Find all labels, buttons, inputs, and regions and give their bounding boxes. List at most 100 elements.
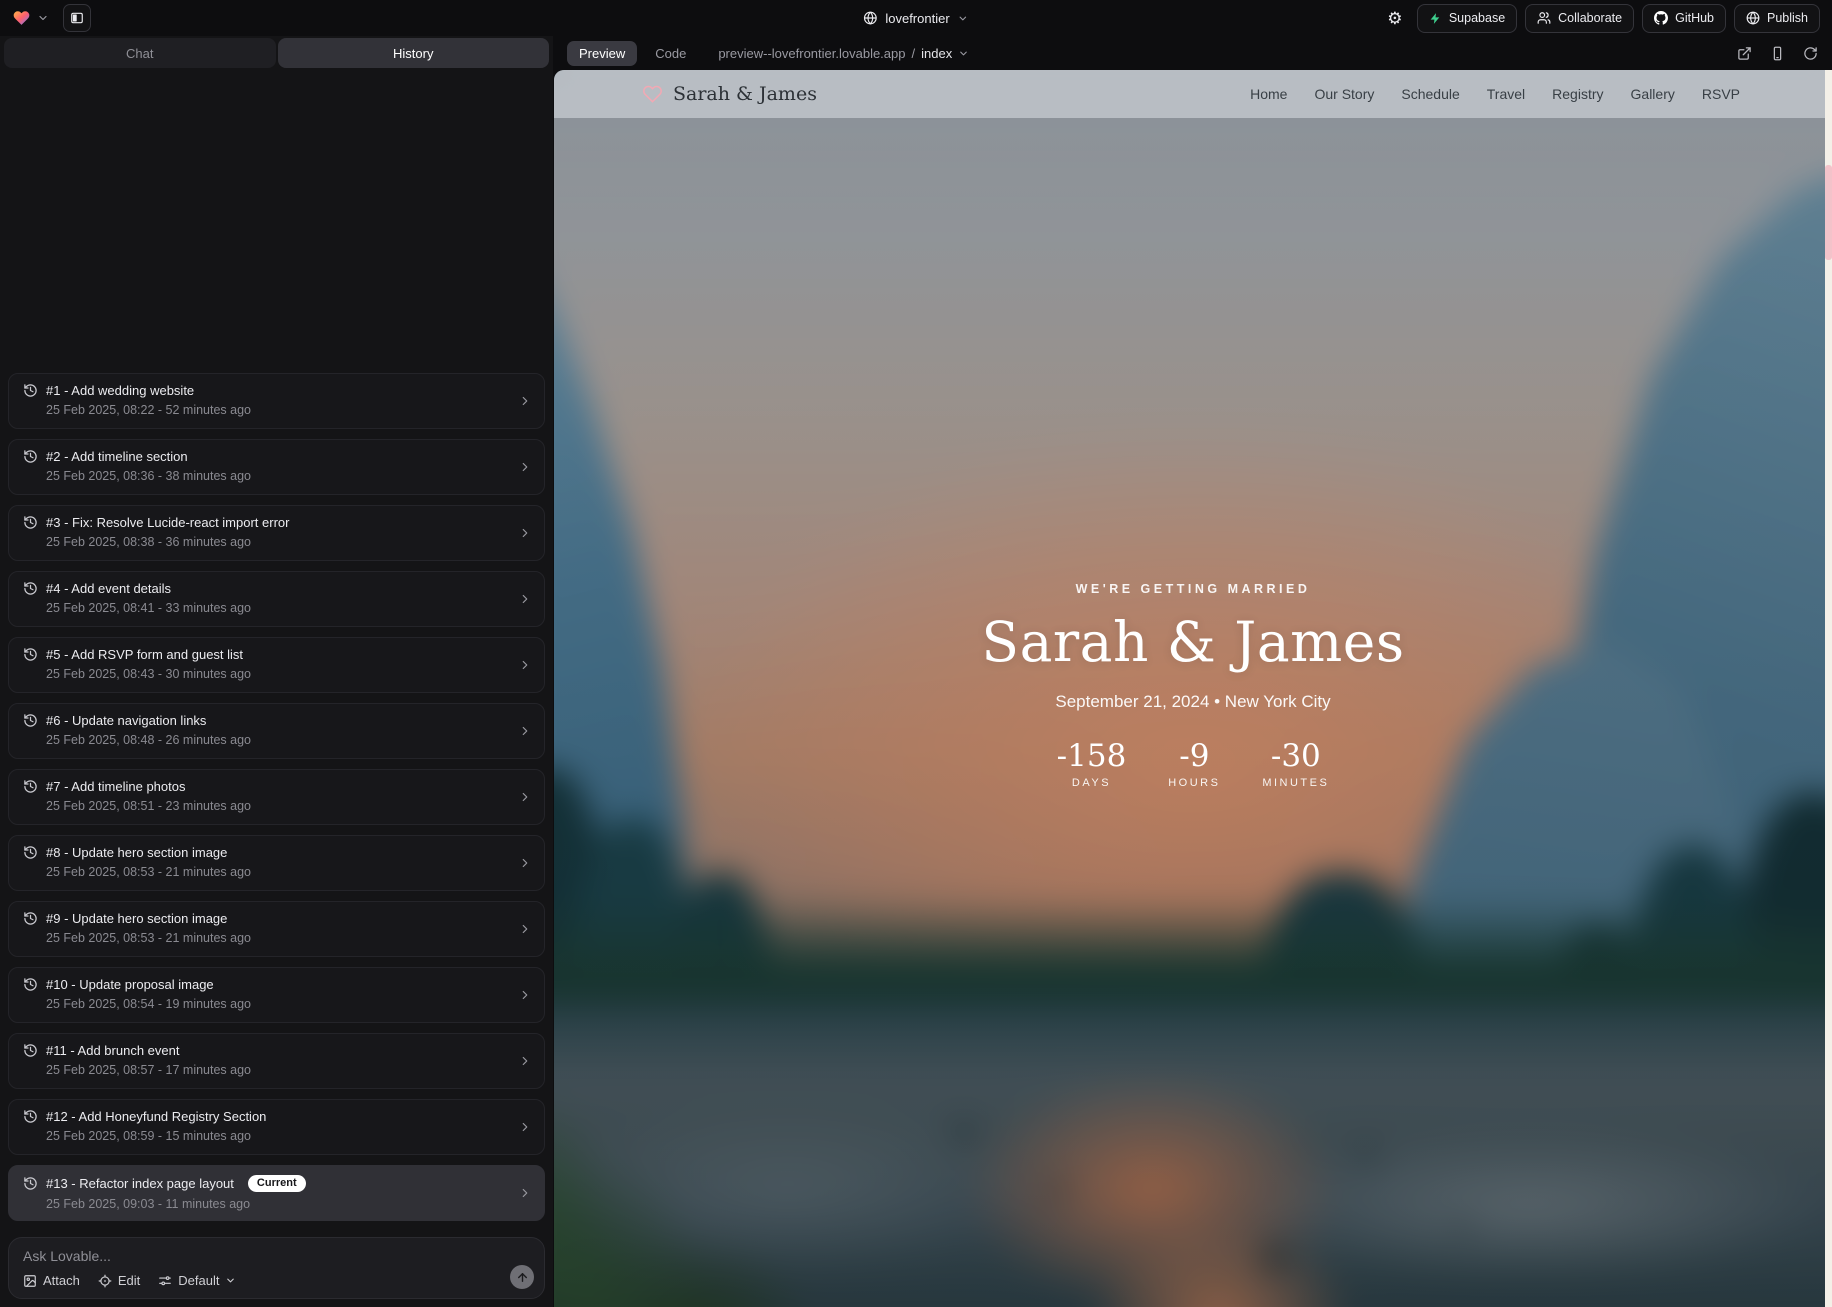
history-version-card[interactable]: #8 - Update hero section image 25 Feb 20…: [8, 835, 545, 891]
edit-select-button[interactable]: Edit: [98, 1273, 140, 1288]
pink-heart-icon: [642, 84, 663, 104]
hero-title: Sarah & James: [554, 610, 1832, 674]
history-version-card[interactable]: #12 - Add Honeyfund Registry Section 25 …: [8, 1099, 545, 1155]
history-clock-icon: [23, 713, 38, 728]
site-nav-link[interactable]: RSVP: [1702, 86, 1740, 102]
preview-url-selector[interactable]: preview--lovefrontier.lovable.app / inde…: [718, 46, 969, 61]
prompt-composer[interactable]: Attach Edit Default: [8, 1237, 545, 1299]
history-item-title: #9 - Update hero section image: [46, 911, 227, 926]
settings-gear-icon[interactable]: ⚙: [1381, 4, 1409, 32]
history-item-title: #1 - Add wedding website: [46, 383, 194, 398]
sidebar-tabs: Chat History: [4, 38, 549, 68]
countdown-label: DAYS: [1057, 777, 1127, 789]
chevron-down-icon: [225, 1275, 236, 1286]
history-version-card[interactable]: #10 - Update proposal image 25 Feb 2025,…: [8, 967, 545, 1023]
countdown-value: -30: [1262, 738, 1329, 774]
countdown-column: -9 HOURS: [1164, 738, 1224, 789]
topbar-actions: ⚙ Supabase Collaborate GitHub Publish: [1381, 4, 1820, 33]
topbar-left: [12, 4, 91, 32]
history-version-card[interactable]: #6 - Update navigation links 25 Feb 2025…: [8, 703, 545, 759]
site-nav-link[interactable]: Home: [1250, 86, 1287, 102]
supabase-button[interactable]: Supabase: [1417, 4, 1517, 33]
open-in-new-tab-icon[interactable]: [1737, 46, 1752, 61]
publish-button[interactable]: Publish: [1734, 4, 1820, 33]
history-item-title: #5 - Add RSVP form and guest list: [46, 647, 243, 662]
preview-url-page: index: [921, 46, 952, 61]
mobile-view-icon[interactable]: [1770, 46, 1785, 61]
tab-history[interactable]: History: [278, 38, 550, 68]
history-version-card[interactable]: #2 - Add timeline section 25 Feb 2025, 0…: [8, 439, 545, 495]
history-version-card[interactable]: #1 - Add wedding website 25 Feb 2025, 08…: [8, 373, 545, 429]
chevron-right-icon: [518, 922, 532, 936]
history-item-title: #13 - Refactor index page layout: [46, 1176, 234, 1191]
chevron-right-icon: [518, 1120, 532, 1134]
site-nav: Home Our Story Schedule Travel Registry Galle…: [1250, 86, 1740, 102]
history-item-timestamp: 25 Feb 2025, 08:51 - 23 minutes ago: [46, 799, 530, 813]
preview-panel: Preview Code preview--lovefrontier.lovab…: [553, 36, 1832, 1307]
site-scrollbar-thumb[interactable]: [1825, 165, 1832, 260]
project-name: lovefrontier: [885, 11, 949, 26]
tab-preview[interactable]: Preview: [567, 41, 637, 66]
history-clock-icon: [23, 581, 38, 596]
history-item-title: #8 - Update hero section image: [46, 845, 227, 860]
tab-code[interactable]: Code: [647, 41, 694, 66]
site-nav-link[interactable]: Travel: [1487, 86, 1525, 102]
sidebar-toggle-button[interactable]: [63, 4, 91, 32]
history-item-timestamp: 25 Feb 2025, 08:53 - 21 minutes ago: [46, 931, 530, 945]
history-version-card[interactable]: #13 - Refactor index page layout Current…: [8, 1165, 545, 1221]
hero-section: WE'RE GETTING MARRIED Sarah & James Sept…: [554, 582, 1832, 789]
history-version-card[interactable]: #7 - Add timeline photos 25 Feb 2025, 08…: [8, 769, 545, 825]
history-item-title: #11 - Add brunch event: [46, 1043, 179, 1058]
lovable-heart-logo-icon[interactable]: [12, 9, 31, 27]
site-brand[interactable]: Sarah & James: [642, 83, 817, 105]
ask-lovable-input[interactable]: [23, 1248, 479, 1264]
github-button[interactable]: GitHub: [1642, 4, 1726, 33]
logo-chevron-down-icon[interactable]: [37, 12, 49, 24]
history-version-card[interactable]: #4 - Add event details 25 Feb 2025, 08:4…: [8, 571, 545, 627]
chevron-right-icon: [518, 1186, 532, 1200]
site-scrollbar-track[interactable]: [1825, 70, 1832, 1307]
app-topbar: lovefrontier ⚙ Supabase Collaborate GitH…: [0, 0, 1832, 36]
preview-toolbar: Preview Code preview--lovefrontier.lovab…: [553, 36, 1832, 70]
collaborate-button[interactable]: Collaborate: [1525, 4, 1634, 33]
mode-default-dropdown[interactable]: Default: [158, 1273, 236, 1288]
chevron-right-icon: [518, 724, 532, 738]
site-nav-link[interactable]: Our Story: [1314, 86, 1374, 102]
history-version-card[interactable]: #5 - Add RSVP form and guest list 25 Feb…: [8, 637, 545, 693]
site-viewport: Sarah & James Home Our Story Schedule Trave…: [554, 70, 1832, 1307]
project-chevron-down-icon: [958, 13, 969, 24]
history-item-timestamp: 25 Feb 2025, 08:48 - 26 minutes ago: [46, 733, 530, 747]
history-clock-icon: [23, 1176, 38, 1191]
history-version-card[interactable]: #3 - Fix: Resolve Lucide-react import er…: [8, 505, 545, 561]
history-item-title: #12 - Add Honeyfund Registry Section: [46, 1109, 266, 1124]
current-version-badge: Current: [248, 1175, 306, 1192]
countdown-label: HOURS: [1164, 777, 1224, 789]
attach-button[interactable]: Attach: [23, 1273, 80, 1288]
site-nav-link[interactable]: Registry: [1552, 86, 1603, 102]
countdown-column: -30 MINUTES: [1262, 738, 1329, 789]
history-version-card[interactable]: #11 - Add brunch event 25 Feb 2025, 08:5…: [8, 1033, 545, 1089]
arrow-up-icon: [516, 1271, 529, 1284]
history-clock-icon: [23, 383, 38, 398]
history-version-card[interactable]: #9 - Update hero section image 25 Feb 20…: [8, 901, 545, 957]
site-nav-link[interactable]: Schedule: [1401, 86, 1459, 102]
send-button[interactable]: [510, 1265, 534, 1289]
history-clock-icon: [23, 779, 38, 794]
history-item-timestamp: 25 Feb 2025, 08:41 - 33 minutes ago: [46, 601, 530, 615]
tab-chat[interactable]: Chat: [4, 38, 276, 68]
refresh-icon[interactable]: [1803, 46, 1818, 61]
project-switcher[interactable]: lovefrontier: [863, 11, 968, 26]
countdown-value: -158: [1057, 738, 1127, 774]
history-item-title: #2 - Add timeline section: [46, 449, 188, 464]
history-item-timestamp: 25 Feb 2025, 08:22 - 52 minutes ago: [46, 403, 530, 417]
chevron-right-icon: [518, 790, 532, 804]
countdown-column: -158 DAYS: [1057, 738, 1127, 789]
chevron-right-icon: [518, 988, 532, 1002]
history-clock-icon: [23, 515, 38, 530]
history-item-timestamp: 25 Feb 2025, 08:54 - 19 minutes ago: [46, 997, 530, 1011]
history-item-timestamp: 25 Feb 2025, 08:53 - 21 minutes ago: [46, 865, 530, 879]
site-nav-link[interactable]: Gallery: [1631, 86, 1675, 102]
hero-eyebrow: WE'RE GETTING MARRIED: [554, 582, 1832, 596]
history-clock-icon: [23, 845, 38, 860]
publish-globe-icon: [1746, 11, 1760, 25]
